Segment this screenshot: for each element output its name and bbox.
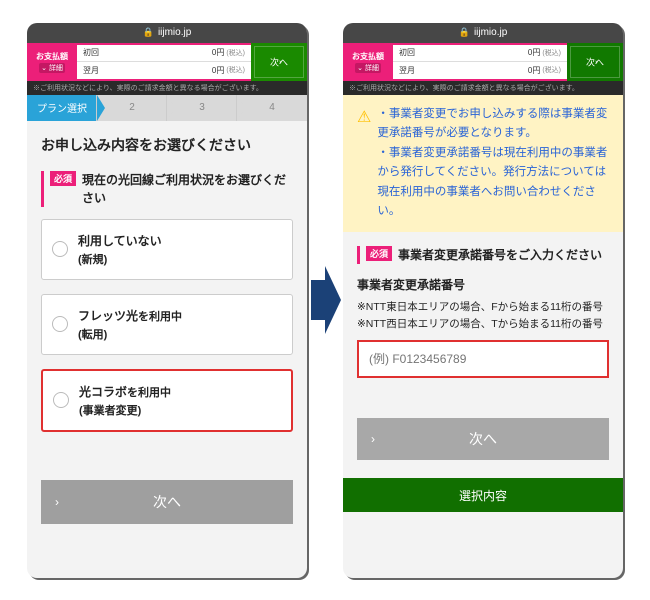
warning-icon: ⚠ [357, 107, 371, 127]
selection-summary-bar[interactable]: 選択内容 [343, 478, 623, 512]
next-button-main[interactable]: ›次へ [41, 480, 293, 524]
radio-icon [52, 316, 68, 332]
url-domain: iijmio.jp [158, 27, 191, 38]
warning-notice: ⚠ 事業者変更でお申し込みする際は事業者変更承諾番号が必要となります。 事業者変… [343, 95, 623, 232]
notice-item: 事業者変更承諾番号は現在利用中の事業者から発行してください。発行方法については現… [377, 144, 609, 222]
disclaimer-text: ※ご利用状況などにより、実際のご請求金額と異なる場合がございます。 [27, 81, 307, 95]
step-indicator: プラン選択 2 3 4 [27, 95, 307, 121]
help-text-east: ※NTT東日本エリアの場合、Fから始まる11桁の番号 [357, 299, 609, 316]
payment-summary-bar: お支払額 ⌄詳細 初回0円(税込) 翌月0円(税込) 次へ› [343, 43, 623, 81]
chevron-down-icon: ⌄ [41, 64, 47, 72]
step-1[interactable]: プラン選択 [27, 95, 97, 121]
chevron-right-icon: › [595, 57, 619, 66]
step-2: 2 [97, 95, 167, 121]
lock-icon: 🔒 [459, 27, 470, 38]
step-3: 3 [167, 95, 237, 121]
chevron-right-icon: › [55, 495, 59, 509]
next-button-main[interactable]: ›次へ [357, 418, 609, 460]
step-4: 4 [237, 95, 307, 121]
chevron-down-icon: ⌄ [357, 64, 363, 72]
field-label: 現在の光回線ご利用状況をお選びください [82, 171, 293, 207]
consent-number-input[interactable] [359, 342, 607, 376]
payment-table: 初回0円(税込) 翌月0円(税込) [393, 43, 567, 81]
page-title: お申し込み内容をお選びください [41, 135, 293, 155]
chevron-right-icon: › [371, 432, 375, 446]
payment-badge[interactable]: お支払額 ⌄詳細 [343, 43, 393, 81]
option-hikari-collab[interactable]: 光コラボを利用中(事業者変更) [41, 369, 293, 432]
payment-badge[interactable]: お支払額 ⌄詳細 [27, 43, 77, 81]
required-badge: 必須 [50, 171, 76, 186]
consent-number-input-wrap [357, 340, 609, 378]
screen-right: 🔒 iijmio.jp お支払額 ⌄詳細 初回0円(税込) 翌月0円(税込) 次… [343, 23, 623, 578]
chevron-right-icon: › [279, 57, 303, 66]
radio-icon [53, 392, 69, 408]
next-button-top[interactable]: 次へ› [567, 43, 623, 81]
notice-item: 事業者変更でお申し込みする際は事業者変更承諾番号が必要となります。 [377, 105, 609, 144]
disclaimer-text: ※ご利用状況などにより、実際のご請求金額と異なる場合がございます。 [343, 81, 623, 95]
next-button-top[interactable]: 次へ› [251, 43, 307, 81]
radio-icon [52, 241, 68, 257]
lock-icon: 🔒 [143, 27, 154, 38]
field-label: 事業者変更承諾番号をご入力ください [398, 246, 602, 264]
help-text-west: ※NTT西日本エリアの場合、Tから始まる11桁の番号 [357, 316, 609, 333]
required-badge: 必須 [366, 246, 392, 261]
arrow-icon [307, 260, 343, 340]
url-bar: 🔒 iijmio.jp [27, 23, 307, 43]
screen-left: 🔒 iijmio.jp お支払額 ⌄詳細 初回0円(税込) 翌月0円(税込) 次… [27, 23, 307, 578]
payment-table: 初回0円(税込) 翌月0円(税込) [77, 43, 251, 81]
url-domain: iijmio.jp [474, 27, 507, 38]
payment-summary-bar: お支払額 ⌄詳細 初回0円(税込) 翌月0円(税込) 次へ› [27, 43, 307, 81]
option-not-using[interactable]: 利用していない(新規) [41, 219, 293, 280]
input-sublabel: 事業者変更承諾番号 [357, 276, 609, 293]
option-flets[interactable]: フレッツ光を利用中(転用) [41, 294, 293, 355]
url-bar: 🔒 iijmio.jp [343, 23, 623, 43]
